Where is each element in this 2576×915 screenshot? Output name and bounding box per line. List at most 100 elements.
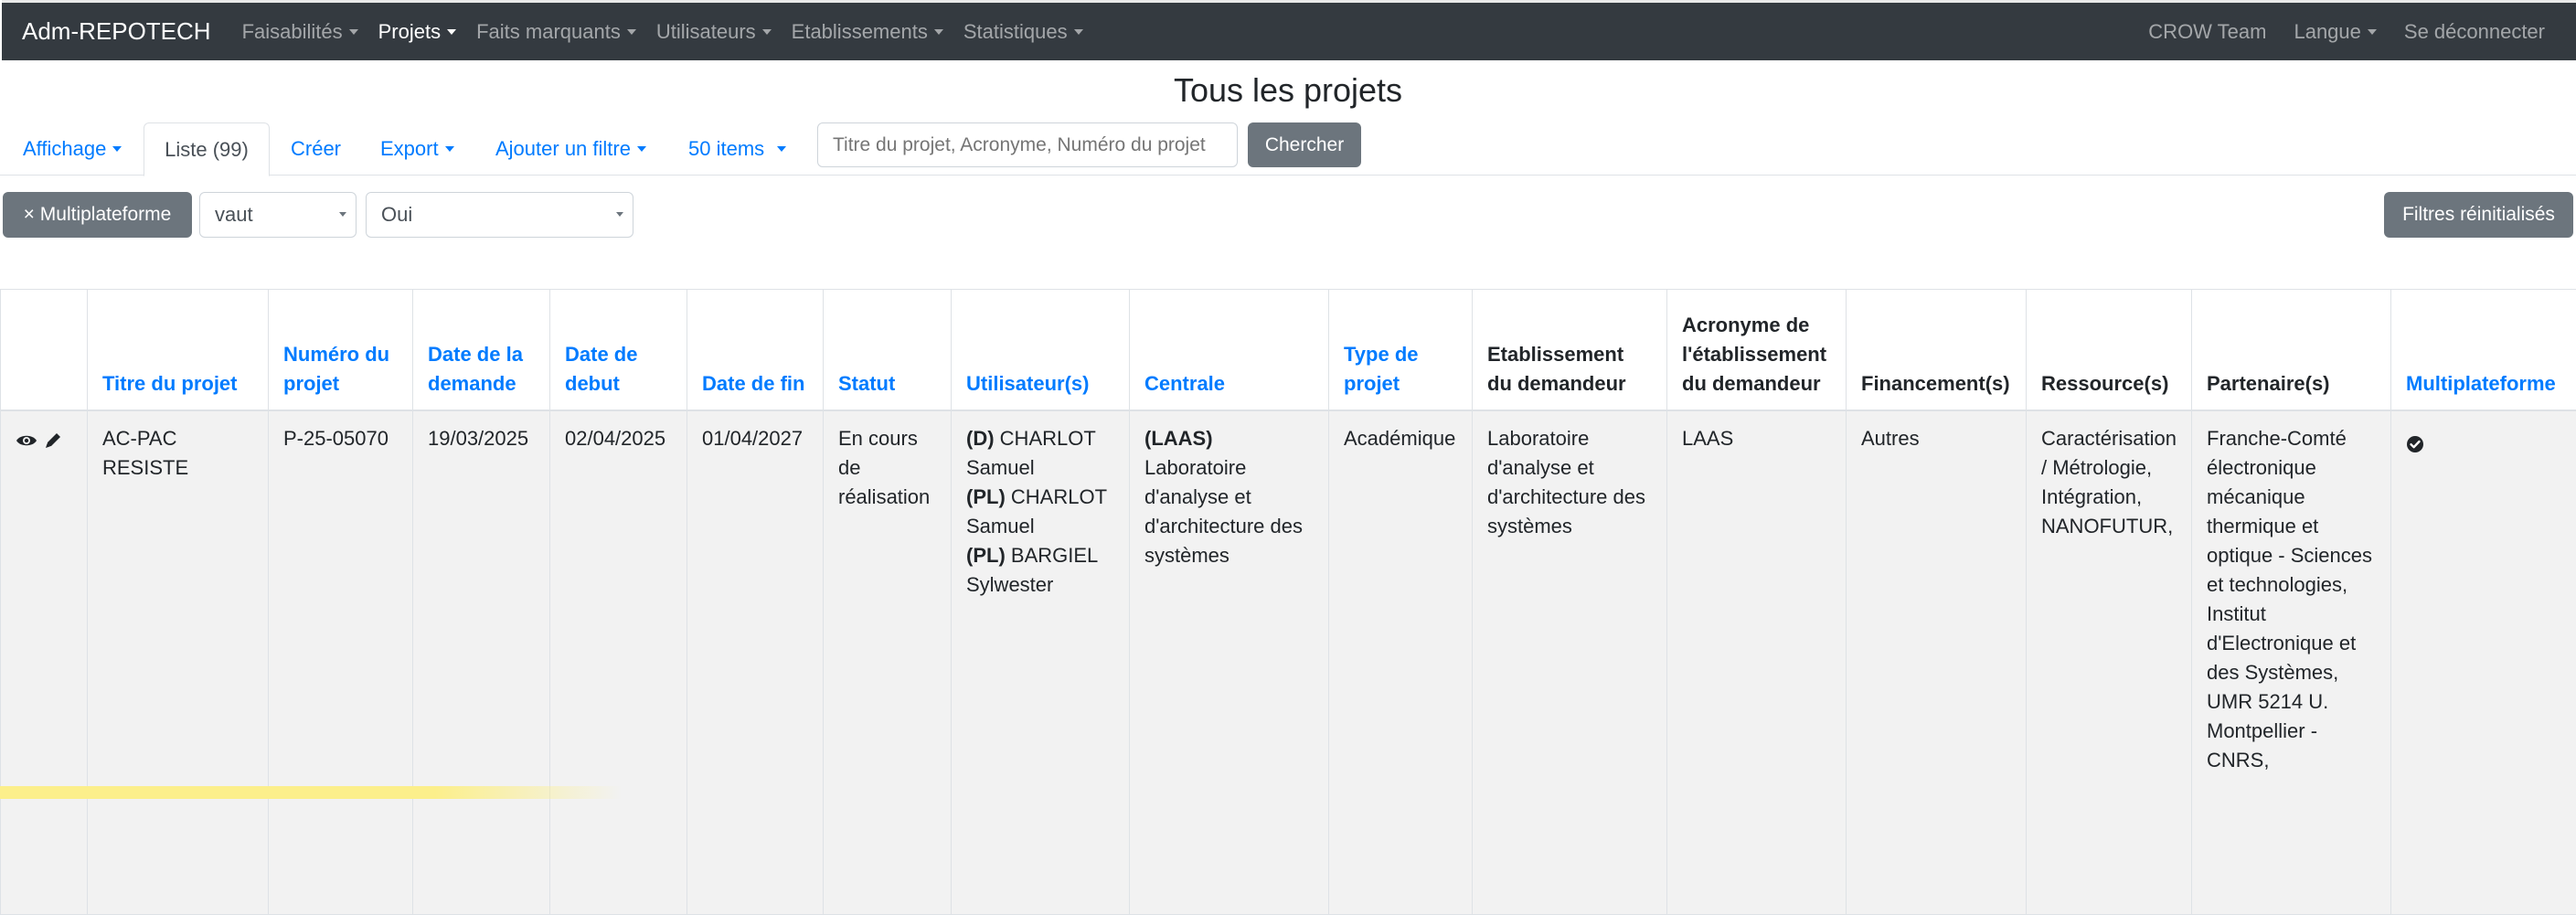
view-icon[interactable]	[16, 430, 37, 450]
nav-etablissements-label: Etablissements	[792, 20, 928, 44]
nav-language-label: Langue	[2294, 20, 2360, 44]
nav-statistiques[interactable]: Statistiques	[963, 20, 1083, 44]
reset-filters-button[interactable]: Filtres réinitialisés	[2384, 192, 2573, 238]
cell-status: En cours de réalisation	[824, 410, 952, 915]
cell-request-date: 19/03/2025	[413, 410, 550, 915]
display-dropdown-label: Affichage	[23, 137, 106, 161]
chevron-down-icon	[447, 29, 456, 35]
user-entry: (PL) BARGIEL Sylwester	[966, 541, 1114, 600]
items-per-page-label: 50 items	[688, 137, 764, 161]
search-input[interactable]	[817, 122, 1238, 167]
add-filter-dropdown[interactable]: Ajouter un filtre	[495, 137, 646, 161]
cell-number: P-25-05070	[269, 410, 413, 915]
cell-users: (D) CHARLOT Samuel (PL) CHARLOT Samuel (…	[952, 410, 1130, 915]
cell-multiplatform	[2391, 410, 2576, 915]
nav-projets[interactable]: Projets	[378, 20, 456, 44]
remove-filter-chip[interactable]: × Multiplateforme	[3, 192, 192, 238]
chevron-down-icon	[1074, 29, 1083, 35]
cell-establishment: Laboratoire d'analyse et d'architecture …	[1473, 410, 1667, 915]
row-actions	[1, 410, 88, 915]
col-funding: Financement(s)	[1847, 290, 2027, 410]
nav-language[interactable]: Langue	[2294, 20, 2376, 44]
cell-end-date: 01/04/2027	[687, 410, 824, 915]
cell-funding: Autres	[1847, 410, 2027, 915]
chevron-down-icon	[349, 29, 358, 35]
col-end-date[interactable]: Date de fin	[687, 290, 824, 410]
nav-team[interactable]: CROW Team	[2148, 20, 2266, 44]
brand-logo[interactable]: Adm-REPOTECH	[2, 17, 211, 46]
col-request-date[interactable]: Date de la demande	[413, 290, 550, 410]
nav-projets-label: Projets	[378, 20, 441, 44]
cell-resources: Caractérisation / Métrologie, Intégratio…	[2027, 410, 2192, 915]
logout-link[interactable]: Se déconnecter	[2404, 20, 2545, 44]
nav-faits-marquants[interactable]: Faits marquants	[476, 20, 636, 44]
add-filter-label: Ajouter un filtre	[495, 137, 631, 161]
col-multiplatform[interactable]: Multiplateforme	[2391, 290, 2576, 410]
page-title: Tous les projets	[0, 71, 2576, 110]
user-role: (PL)	[966, 544, 1006, 567]
chevron-down-icon	[762, 29, 772, 35]
cell-start-date: 02/04/2025	[550, 410, 687, 915]
nav-faisabilites[interactable]: Faisabilités	[242, 20, 358, 44]
top-navbar: Adm-REPOTECH Faisabilités Projets Faits …	[2, 0, 2576, 60]
cell-centrale: (LAAS) Laboratoire d'analyse et d'archit…	[1130, 410, 1329, 915]
col-title[interactable]: Titre du projet	[88, 290, 269, 410]
active-filters: × Multiplateforme vaut Oui Filtres réini…	[0, 192, 2576, 238]
col-actions	[1, 290, 88, 410]
user-entry: (PL) CHARLOT Samuel	[966, 483, 1114, 541]
user-role: (D)	[966, 427, 995, 450]
export-dropdown[interactable]: Export	[380, 137, 454, 161]
edit-icon[interactable]	[43, 430, 65, 450]
filter-operator-value: vaut	[215, 203, 253, 227]
navbar-right: CROW Team Langue Se déconnecter	[2121, 20, 2576, 44]
centrale-name: Laboratoire d'analyse et d'architecture …	[1144, 453, 1314, 570]
user-role: (PL)	[966, 485, 1006, 508]
centrale-code: (LAAS)	[1144, 427, 1213, 450]
chevron-down-icon	[445, 146, 454, 152]
nav-utilisateurs-label: Utilisateurs	[656, 20, 756, 44]
nav-statistiques-label: Statistiques	[963, 20, 1068, 44]
tab-list[interactable]: Liste (99)	[144, 122, 270, 176]
col-start-date[interactable]: Date de debut	[550, 290, 687, 410]
list-toolbar: Affichage Liste (99) Créer Export Ajoute…	[0, 122, 2576, 176]
cell-title: AC-PAC RESISTE	[88, 410, 269, 915]
col-establishment: Etablissement du demandeur	[1473, 290, 1667, 410]
select-arrow-icon	[339, 212, 346, 217]
user-entry: (D) CHARLOT Samuel	[966, 424, 1114, 483]
chevron-down-icon	[2368, 29, 2377, 35]
col-users[interactable]: Utilisateur(s)	[952, 290, 1130, 410]
check-circle-icon	[2406, 432, 2424, 451]
col-project-type[interactable]: Type de projet	[1329, 290, 1473, 410]
col-resources: Ressource(s)	[2027, 290, 2192, 410]
nav-etablissements[interactable]: Etablissements	[792, 20, 943, 44]
chevron-down-icon	[637, 146, 646, 152]
nav-utilisateurs[interactable]: Utilisateurs	[656, 20, 772, 44]
cell-project-type: Académique	[1329, 410, 1473, 915]
chevron-down-icon	[627, 29, 636, 35]
col-establishment-acronym: Acronyme de l'établissement du demandeur	[1667, 290, 1847, 410]
table-header-row: Titre du projet Numéro du projet Date de…	[1, 290, 2576, 410]
table-row: AC-PAC RESISTE P-25-05070 19/03/2025 02/…	[1, 410, 2576, 915]
col-centrale[interactable]: Centrale	[1130, 290, 1329, 410]
cell-partners: Franche-Comté électronique mécanique the…	[2192, 410, 2391, 915]
projects-table: Titre du projet Numéro du projet Date de…	[0, 289, 2576, 915]
col-status[interactable]: Statut	[824, 290, 952, 410]
chevron-down-icon	[934, 29, 943, 35]
cell-establishment-acronym: LAAS	[1667, 410, 1847, 915]
chevron-down-icon	[777, 146, 786, 152]
col-partners: Partenaire(s)	[2192, 290, 2391, 410]
items-per-page-dropdown[interactable]: 50 items	[688, 137, 786, 161]
create-link[interactable]: Créer	[291, 137, 341, 161]
search-button[interactable]: Chercher	[1248, 122, 1361, 167]
nav-faisabilites-label: Faisabilités	[242, 20, 343, 44]
nav-faits-marquants-label: Faits marquants	[476, 20, 621, 44]
chevron-down-icon	[112, 146, 122, 152]
export-dropdown-label: Export	[380, 137, 439, 161]
filter-value-select[interactable]: Oui	[366, 192, 633, 238]
filter-operator-select[interactable]: vaut	[199, 192, 357, 238]
filter-value-value: Oui	[381, 203, 412, 227]
display-dropdown[interactable]: Affichage	[23, 137, 122, 161]
select-arrow-icon	[616, 212, 623, 217]
col-number[interactable]: Numéro du projet	[269, 290, 413, 410]
bottom-highlight-bar	[0, 786, 622, 799]
